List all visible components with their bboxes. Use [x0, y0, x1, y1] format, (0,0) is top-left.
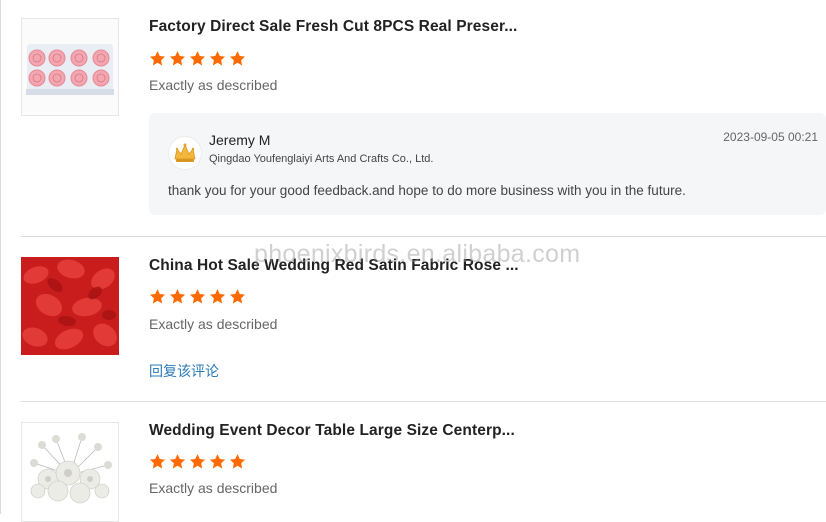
product-title[interactable]: Wedding Event Decor Table Large Size Cen…	[149, 422, 515, 440]
divider	[21, 236, 826, 237]
product-thumbnail[interactable]	[21, 422, 119, 522]
star-icon	[149, 454, 166, 469]
seller-name: Jeremy M	[209, 132, 271, 148]
star-icon	[209, 289, 226, 304]
star-icon	[209, 454, 226, 469]
star-rating	[149, 288, 246, 305]
review-description: Exactly as described	[149, 77, 278, 93]
star-icon	[229, 454, 246, 469]
red-rose-petals-image	[21, 257, 119, 355]
star-icon	[149, 51, 166, 66]
star-icon	[229, 289, 246, 304]
product-title[interactable]: China Hot Sale Wedding Red Satin Fabric …	[149, 257, 519, 275]
star-icon	[229, 51, 246, 66]
star-icon	[189, 289, 206, 304]
divider	[21, 401, 826, 402]
star-rating	[149, 453, 246, 470]
pink-preserved-roses-image	[22, 19, 118, 115]
product-thumbnail[interactable]	[21, 18, 119, 116]
seller-avatar	[168, 136, 202, 170]
star-icon	[149, 289, 166, 304]
seller-reply-box: Jeremy M Qingdao Youfenglaiyi Arts And C…	[149, 113, 826, 215]
star-icon	[169, 454, 186, 469]
product-title[interactable]: Factory Direct Sale Fresh Cut 8PCS Real …	[149, 18, 517, 36]
star-rating	[149, 50, 246, 67]
reply-text: thank you for your good feedback.and hop…	[168, 183, 686, 198]
star-icon	[169, 289, 186, 304]
review-item-3: Wedding Event Decor Table Large Size Cen…	[21, 422, 826, 522]
review-description: Exactly as described	[149, 480, 278, 496]
reply-to-review-link[interactable]: 回复该评论	[149, 361, 219, 381]
star-icon	[209, 51, 226, 66]
star-icon	[189, 454, 206, 469]
star-icon	[169, 51, 186, 66]
crown-logo-icon	[174, 143, 196, 162]
review-item-2: China Hot Sale Wedding Red Satin Fabric …	[21, 257, 826, 387]
product-thumbnail[interactable]	[21, 257, 119, 355]
star-icon	[189, 51, 206, 66]
review-description: Exactly as described	[149, 316, 278, 332]
reply-timestamp: 2023-09-05 00:21	[723, 130, 818, 144]
seller-company[interactable]: Qingdao Youfenglaiyi Arts And Crafts Co.…	[209, 153, 433, 165]
left-border	[0, 0, 1, 514]
white-flower-centerpiece-image	[22, 423, 118, 521]
